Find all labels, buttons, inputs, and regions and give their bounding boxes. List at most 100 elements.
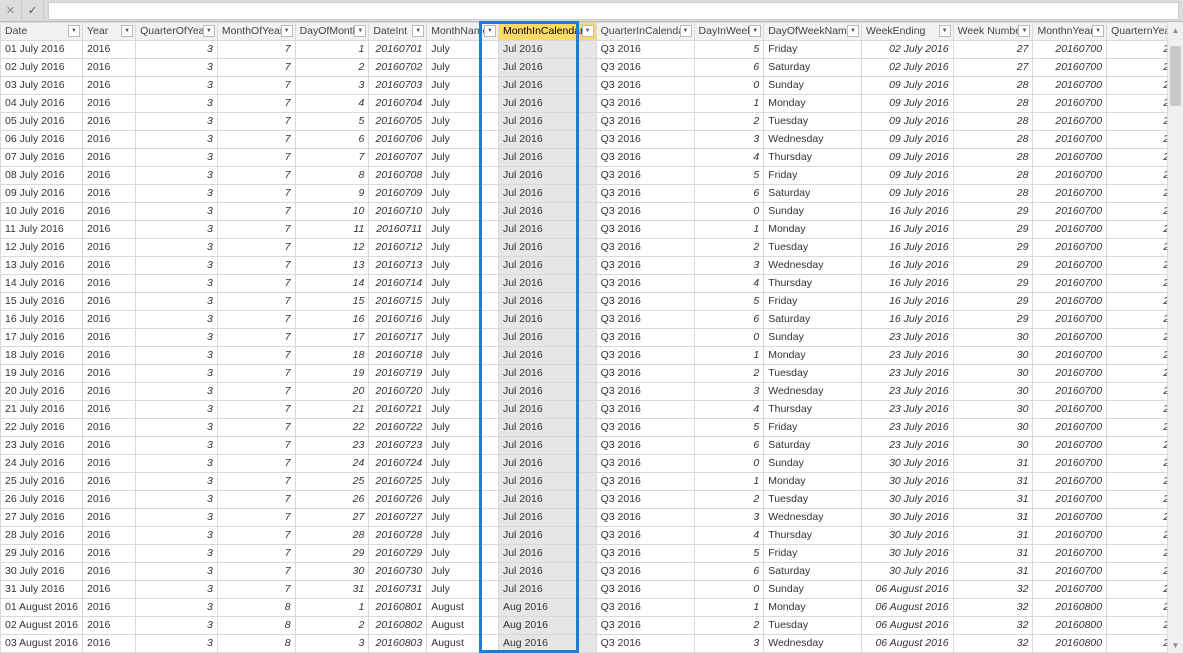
cell-quarterincalendar[interactable]: Q3 2016 [596, 635, 694, 653]
cell-dateint[interactable]: 20160722 [369, 419, 427, 437]
table-row[interactable]: 03 July 2016201637320160703JulyJul 2016Q… [1, 77, 1183, 95]
cell-quarterincalendar[interactable]: Q3 2016 [596, 275, 694, 293]
chevron-down-icon[interactable]: ▼ [749, 25, 761, 37]
cell-dayofmonth[interactable]: 30 [295, 563, 369, 581]
table-row[interactable]: 11 July 20162016371120160711JulyJul 2016… [1, 221, 1183, 239]
cell-date[interactable]: 01 July 2016 [1, 41, 83, 59]
cell-dateint[interactable]: 20160710 [369, 203, 427, 221]
cell-year[interactable]: 2016 [82, 581, 135, 599]
table-row[interactable]: 16 July 20162016371620160716JulyJul 2016… [1, 311, 1183, 329]
column-header-quarterincalendar[interactable]: QuarterInCalendar▼ [596, 23, 694, 41]
cell-dayofmonth[interactable]: 29 [295, 545, 369, 563]
chevron-down-icon[interactable]: ▼ [1018, 25, 1030, 37]
scroll-up-icon[interactable]: ▲ [1168, 22, 1183, 38]
table-row[interactable]: 18 July 20162016371820160718JulyJul 2016… [1, 347, 1183, 365]
cell-year[interactable]: 2016 [82, 95, 135, 113]
cell-quarterincalendar[interactable]: Q3 2016 [596, 131, 694, 149]
cell-monthname[interactable]: August [427, 617, 499, 635]
cell-monthofyear[interactable]: 7 [217, 257, 295, 275]
cell-monthnyear[interactable]: 20160700 [1033, 221, 1107, 239]
cell-weekending[interactable]: 30 July 2016 [862, 563, 954, 581]
cell-weekending[interactable]: 09 July 2016 [862, 131, 954, 149]
cell-dayofweekname[interactable]: Monday [764, 95, 862, 113]
cell-date[interactable]: 01 August 2016 [1, 599, 83, 617]
cell-date[interactable]: 22 July 2016 [1, 419, 83, 437]
cell-monthnyear[interactable]: 20160700 [1033, 239, 1107, 257]
cell-date[interactable]: 26 July 2016 [1, 491, 83, 509]
cell-date[interactable]: 06 July 2016 [1, 131, 83, 149]
cell-weeknumber[interactable]: 30 [953, 383, 1033, 401]
cell-monthofyear[interactable]: 7 [217, 455, 295, 473]
cell-monthnyear[interactable]: 20160700 [1033, 95, 1107, 113]
cell-weeknumber[interactable]: 31 [953, 509, 1033, 527]
cell-monthincalendar[interactable]: Jul 2016 [498, 455, 596, 473]
cell-dayofweekname[interactable]: Saturday [764, 59, 862, 77]
cell-date[interactable]: 08 July 2016 [1, 167, 83, 185]
cell-quarterofyear[interactable]: 3 [136, 527, 218, 545]
cell-weekending[interactable]: 16 July 2016 [862, 311, 954, 329]
cell-date[interactable]: 12 July 2016 [1, 239, 83, 257]
cell-dayofweekname[interactable]: Saturday [764, 311, 862, 329]
table-row[interactable]: 21 July 20162016372120160721JulyJul 2016… [1, 401, 1183, 419]
cell-monthname[interactable]: July [427, 239, 499, 257]
cell-year[interactable]: 2016 [82, 635, 135, 653]
cell-weeknumber[interactable]: 28 [953, 113, 1033, 131]
cell-dayinweek[interactable]: 2 [694, 491, 764, 509]
cell-year[interactable]: 2016 [82, 311, 135, 329]
cell-monthofyear[interactable]: 7 [217, 113, 295, 131]
cell-monthofyear[interactable]: 7 [217, 149, 295, 167]
cell-dayofweekname[interactable]: Tuesday [764, 365, 862, 383]
cell-quarterofyear[interactable]: 3 [136, 509, 218, 527]
cell-quarterincalendar[interactable]: Q3 2016 [596, 617, 694, 635]
cell-quarterincalendar[interactable]: Q3 2016 [596, 383, 694, 401]
cell-quarterofyear[interactable]: 3 [136, 491, 218, 509]
cell-weeknumber[interactable]: 32 [953, 581, 1033, 599]
cell-monthincalendar[interactable]: Jul 2016 [498, 257, 596, 275]
cell-monthnyear[interactable]: 20160700 [1033, 365, 1107, 383]
cell-dayinweek[interactable]: 1 [694, 95, 764, 113]
table-row[interactable]: 31 July 20162016373120160731JulyJul 2016… [1, 581, 1183, 599]
cell-monthofyear[interactable]: 7 [217, 95, 295, 113]
cell-dateint[interactable]: 20160716 [369, 311, 427, 329]
cell-dayinweek[interactable]: 1 [694, 347, 764, 365]
table-row[interactable]: 03 August 2016201638320160803AugustAug 2… [1, 635, 1183, 653]
cell-monthincalendar[interactable]: Jul 2016 [498, 311, 596, 329]
chevron-down-icon[interactable]: ▼ [412, 25, 424, 37]
cell-dayofweekname[interactable]: Wednesday [764, 257, 862, 275]
cell-dayofmonth[interactable]: 21 [295, 401, 369, 419]
cell-dayofmonth[interactable]: 15 [295, 293, 369, 311]
cell-dayofmonth[interactable]: 31 [295, 581, 369, 599]
cell-dayofweekname[interactable]: Monday [764, 473, 862, 491]
cell-dateint[interactable]: 20160721 [369, 401, 427, 419]
cell-monthnyear[interactable]: 20160700 [1033, 527, 1107, 545]
cell-monthincalendar[interactable]: Jul 2016 [498, 491, 596, 509]
cell-monthofyear[interactable]: 8 [217, 599, 295, 617]
cell-quarterincalendar[interactable]: Q3 2016 [596, 473, 694, 491]
chevron-down-icon[interactable]: ▼ [68, 25, 80, 37]
cell-monthincalendar[interactable]: Jul 2016 [498, 239, 596, 257]
cell-monthname[interactable]: July [427, 437, 499, 455]
table-row[interactable]: 14 July 20162016371420160714JulyJul 2016… [1, 275, 1183, 293]
cell-monthofyear[interactable]: 7 [217, 59, 295, 77]
cell-monthnyear[interactable]: 20160700 [1033, 455, 1107, 473]
cell-monthname[interactable]: July [427, 455, 499, 473]
cell-date[interactable]: 07 July 2016 [1, 149, 83, 167]
cell-monthincalendar[interactable]: Jul 2016 [498, 401, 596, 419]
table-row[interactable]: 22 July 20162016372220160722JulyJul 2016… [1, 419, 1183, 437]
cell-dateint[interactable]: 20160802 [369, 617, 427, 635]
cell-date[interactable]: 18 July 2016 [1, 347, 83, 365]
cell-dateint[interactable]: 20160715 [369, 293, 427, 311]
cell-monthincalendar[interactable]: Jul 2016 [498, 347, 596, 365]
table-row[interactable]: 24 July 20162016372420160724JulyJul 2016… [1, 455, 1183, 473]
cell-dayofmonth[interactable]: 17 [295, 329, 369, 347]
cell-weeknumber[interactable]: 31 [953, 473, 1033, 491]
cell-monthname[interactable]: July [427, 311, 499, 329]
vertical-scrollbar[interactable]: ▲ ▼ [1167, 22, 1183, 653]
table-row[interactable]: 09 July 2016201637920160709JulyJul 2016Q… [1, 185, 1183, 203]
cell-monthincalendar[interactable]: Jul 2016 [498, 563, 596, 581]
cell-dateint[interactable]: 20160705 [369, 113, 427, 131]
table-row[interactable]: 12 July 20162016371220160712JulyJul 2016… [1, 239, 1183, 257]
cell-dateint[interactable]: 20160729 [369, 545, 427, 563]
cell-quarterofyear[interactable]: 3 [136, 437, 218, 455]
cell-monthnyear[interactable]: 20160700 [1033, 347, 1107, 365]
